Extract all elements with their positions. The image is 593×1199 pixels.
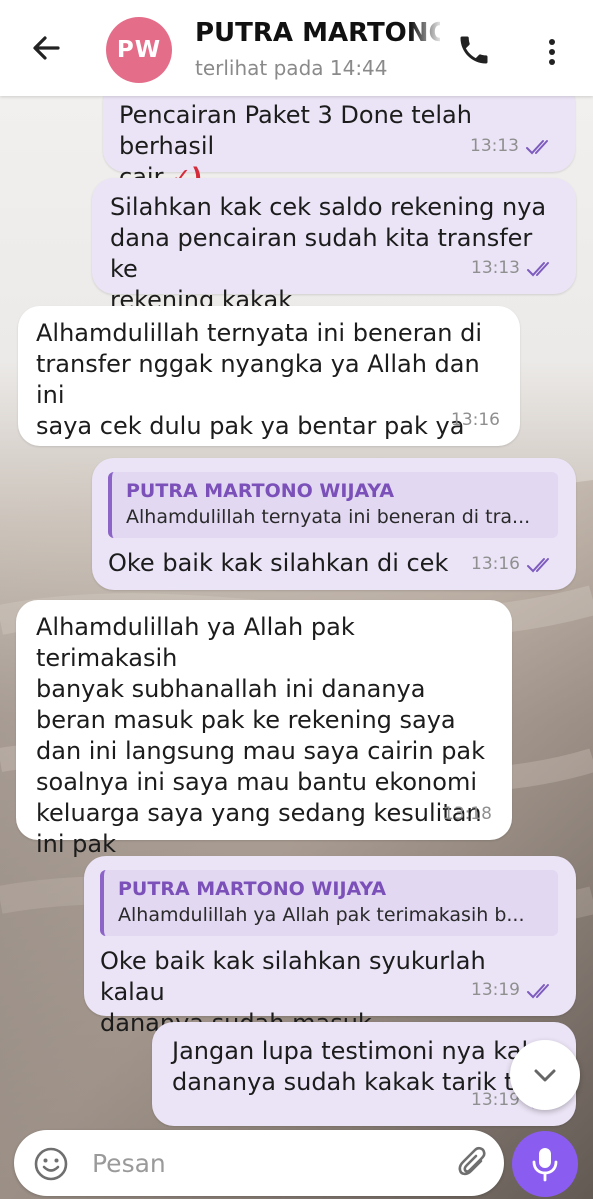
- smiley-icon: [34, 1147, 68, 1181]
- chat-header: PW PUTRA MARTONO WIJAYA terlihat pada 14…: [0, 0, 593, 96]
- message-meta: 13:13: [470, 131, 555, 162]
- reply-sender: PUTRA MARTONO WIJAYA: [118, 878, 387, 900]
- reply-quote[interactable]: PUTRA MARTONO WIJAYA Alhamdulillah terny…: [108, 472, 558, 538]
- message-meta: 13:13: [471, 253, 556, 284]
- message-time: 13:16: [471, 554, 520, 574]
- double-check-icon: [527, 557, 549, 572]
- message-bubble-outgoing[interactable]: Silahkan kak cek saldo rekening nya dana…: [92, 178, 576, 314]
- call-button[interactable]: [456, 32, 492, 68]
- more-options-button[interactable]: [540, 34, 564, 70]
- double-check-icon: [527, 261, 549, 276]
- message-text: Alhamdulillah ya Allah pak terimakasih b…: [36, 613, 486, 858]
- emoji-button[interactable]: [32, 1145, 70, 1183]
- arrow-left-icon: [33, 36, 60, 60]
- message-bubble-incoming[interactable]: Alhamdulillah ya Allah pak terimakasih b…: [16, 600, 512, 858]
- paperclip-icon: [458, 1146, 486, 1176]
- message-composer: [14, 1130, 504, 1196]
- message-bubble-outgoing[interactable]: PUTRA MARTONO WIJAYA Alhamdulillah terny…: [92, 458, 576, 590]
- message-bubble-outgoing[interactable]: PUTRA MARTONO WIJAYA Alhamdulillah ya Al…: [84, 856, 576, 1037]
- message-time: 13:18: [443, 804, 492, 824]
- message-input[interactable]: [92, 1143, 432, 1183]
- chevron-down-icon: [534, 1069, 556, 1082]
- more-vertical-icon: [549, 39, 555, 65]
- message-meta: 13:19: [471, 975, 556, 1006]
- avatar[interactable]: PW: [106, 17, 172, 83]
- message-meta: 13:18: [443, 799, 492, 830]
- message-time: 13:13: [470, 136, 519, 156]
- reply-sender: PUTRA MARTONO WIJAYA: [126, 480, 395, 502]
- message-meta: 13:16: [471, 549, 556, 580]
- reply-preview: Alhamdulillah ternyata ini beneran di tr…: [126, 506, 531, 528]
- back-button[interactable]: [26, 28, 66, 68]
- message-text: Alhamdulillah ternyata ini beneran di tr…: [36, 319, 483, 440]
- reply-preview: Alhamdulillah ya Allah pak terimakasih b…: [118, 904, 525, 926]
- voice-record-button[interactable]: [512, 1131, 578, 1197]
- message-bubble-incoming[interactable]: Alhamdulillah ternyata ini beneran di tr…: [18, 306, 520, 446]
- message-time: 13:13: [471, 258, 520, 278]
- last-seen-status: terlihat pada 14:44: [195, 56, 388, 80]
- double-check-icon: [527, 983, 549, 998]
- message-time: 13:16: [451, 410, 500, 430]
- attach-button[interactable]: [454, 1144, 492, 1182]
- message-meta: 13:16: [451, 405, 500, 436]
- double-check-icon: [526, 139, 548, 154]
- microphone-icon: [532, 1148, 558, 1182]
- reply-quote[interactable]: PUTRA MARTONO WIJAYA Alhamdulillah ya Al…: [100, 870, 558, 936]
- scroll-to-bottom-button[interactable]: [510, 1040, 580, 1110]
- message-time: 13:19: [471, 980, 520, 1000]
- phone-icon: [460, 36, 488, 64]
- contact-name[interactable]: PUTRA MARTONO WIJAYA: [195, 18, 440, 52]
- name-fade: [410, 18, 444, 52]
